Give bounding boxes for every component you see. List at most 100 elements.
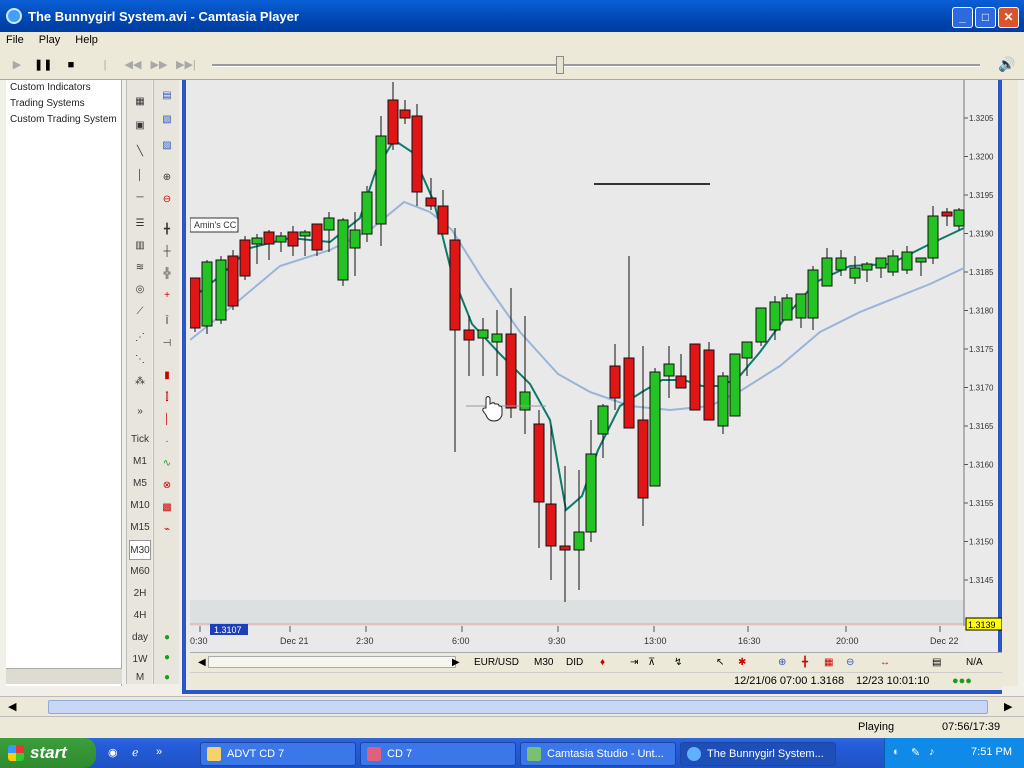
green-ball-icon-2[interactable]: ● [156, 648, 178, 668]
window-titlebar[interactable]: The Bunnygirl System.avi - Camtasia Play… [0, 0, 1024, 32]
gann-icon[interactable]: ⋰ [129, 328, 151, 348]
tray-icon-1[interactable]: ◐ [893, 746, 900, 758]
arrows-icon[interactable]: ↔ [880, 657, 890, 668]
quicklaunch-icon[interactable]: ◉ [108, 746, 118, 759]
volume-icon[interactable]: 🔊 [998, 56, 1015, 73]
close-button[interactable]: ✕ [998, 7, 1019, 28]
crosshair-icon-2[interactable]: ╋ [802, 657, 808, 668]
crosshair-icon[interactable]: ╋ [156, 220, 178, 240]
nav-item-custom-trading-system[interactable]: Custom Trading System [6, 112, 121, 128]
skip-end-button[interactable]: ▶▶| [176, 56, 196, 74]
arc-icon[interactable]: ⟋ [129, 302, 151, 322]
bar-tool-icon-2[interactable]: ⇥ [630, 657, 638, 668]
player-horizontal-scrollbar[interactable]: ◀ ▶ [0, 696, 1024, 716]
green-ball-icon[interactable]: ● [156, 628, 178, 648]
select-tool-icon[interactable]: ↖ [716, 657, 724, 668]
dot-icon[interactable]: · [156, 432, 178, 452]
order-icon[interactable]: ⊗ [156, 476, 178, 496]
pattern-icon[interactable]: ↯ [674, 657, 682, 668]
timeframe-1w[interactable]: 1W [129, 650, 151, 670]
timeframe-m15[interactable]: M15 [129, 518, 151, 538]
timeframe-4h[interactable]: 4H [129, 606, 151, 626]
video-vertical-scrollbar[interactable] [1002, 80, 1018, 686]
timeframe-month[interactable]: M [129, 672, 151, 684]
na-select[interactable]: N/A [966, 657, 983, 668]
scroll-right-icon[interactable]: ▶ [452, 657, 460, 668]
tray-icon-2[interactable]: ✎ [911, 746, 920, 759]
cross-icon[interactable]: ┼ [156, 242, 178, 262]
trendline-icon[interactable]: ╲ [129, 142, 151, 162]
stop-button[interactable]: ■ [62, 56, 80, 74]
rewind-button[interactable]: ◀◀ [124, 56, 142, 74]
price-chart[interactable]: 1.3205 1.3200 1.3195 1.3190 1.3185 1.3180 1.31… [190, 80, 1002, 652]
channel-icon[interactable]: ☰ [129, 214, 151, 234]
green-ball-icon-3[interactable]: ● [156, 668, 178, 688]
mode-select[interactable]: DID [566, 657, 583, 668]
cascade-icon[interactable]: ▧ [156, 110, 178, 130]
window-icon[interactable]: ▤ [156, 86, 178, 106]
period-select[interactable]: M30 [534, 657, 553, 668]
nav-item-trading-systems[interactable]: Trading Systems [6, 96, 121, 112]
more-tools-icon[interactable]: » [129, 402, 151, 422]
task-camtasia-studio[interactable]: Camtasia Studio - Unt... [520, 742, 676, 766]
skip-start-button[interactable]: |◀◀ [96, 56, 114, 89]
hatch-icon[interactable]: ▩ [156, 498, 178, 518]
ie-icon[interactable]: ℯ [132, 746, 139, 759]
candle-icon[interactable]: ▮ [156, 366, 178, 386]
print-icon[interactable]: ▤ [932, 657, 941, 668]
start-button[interactable]: start [0, 738, 96, 768]
maximize-button[interactable]: □ [975, 7, 996, 28]
hscroll-thumb[interactable] [48, 700, 988, 714]
timeframe-2h[interactable]: 2H [129, 584, 151, 604]
nav-item-custom-indicators[interactable]: Custom Indicators [6, 80, 121, 96]
fibonacci-icon[interactable]: ≋ [129, 258, 151, 278]
chart-hscroll[interactable] [208, 656, 456, 668]
zoom-in-icon[interactable]: ⊕ [156, 168, 178, 188]
tile-icon[interactable]: ▨ [156, 136, 178, 156]
task-advt-cd7[interactable]: ADVT CD 7 [200, 742, 356, 766]
timeframe-m60[interactable]: M60 [129, 562, 151, 582]
magnet-icon[interactable]: ✱ [738, 657, 746, 668]
navigator-scrollbar[interactable] [6, 668, 122, 684]
play-button[interactable]: ▶ [8, 56, 26, 74]
alert-icon[interactable]: ⌁ [156, 520, 178, 540]
menu-file[interactable]: File [0, 33, 30, 47]
vertical-line-icon[interactable]: │ [129, 166, 151, 186]
symbol-select[interactable]: EUR/USD [474, 657, 519, 668]
timeframe-tick[interactable]: Tick [129, 430, 151, 450]
bar-icon[interactable]: ⫿ [156, 388, 178, 408]
zoom-icon[interactable]: ⊕ [778, 657, 786, 668]
pitchfork-icon[interactable]: ⋱ [129, 350, 151, 370]
minimize-button[interactable]: _ [952, 7, 973, 28]
horizontal-line-icon[interactable]: ─ [129, 188, 151, 208]
chart-style-icon[interactable]: ♦ [600, 657, 605, 668]
zoom-out-icon[interactable]: ⊖ [156, 190, 178, 210]
timeframe-m10[interactable]: M10 [129, 496, 151, 516]
buy-icon[interactable]: + [156, 286, 178, 306]
task-bunnygirl[interactable]: The Bunnygirl System... [680, 742, 836, 766]
objects-icon[interactable]: ▦ [129, 92, 151, 112]
cross-alt-icon[interactable]: ╬ [156, 264, 178, 284]
seek-thumb[interactable] [556, 56, 564, 74]
hscroll-left-icon[interactable]: ◀ [8, 700, 16, 713]
properties-icon[interactable]: ▣ [129, 116, 151, 136]
menu-help[interactable]: Help [69, 33, 104, 47]
timeframe-day[interactable]: day [129, 628, 151, 648]
volume-tray-icon[interactable]: ♪ [929, 746, 935, 758]
timeframe-m1[interactable]: M1 [129, 452, 151, 472]
task-cd7[interactable]: CD 7 [360, 742, 516, 766]
bar-tool-icon[interactable]: Ī [156, 312, 178, 332]
timeframe-m30[interactable]: M30 [129, 540, 151, 560]
cursor-tool-icon[interactable]: ⊣ [156, 334, 178, 354]
ellipse-icon[interactable]: ◎ [129, 280, 151, 300]
wave-icon[interactable]: ∿ [156, 454, 178, 474]
andrews-icon[interactable]: ⁂ [129, 372, 151, 392]
seek-track[interactable] [212, 64, 980, 67]
hscroll-right-icon[interactable]: ▶ [1004, 700, 1012, 713]
forward-button[interactable]: ▶▶ [150, 56, 168, 74]
pause-button[interactable]: ❚❚ [34, 56, 52, 74]
line-icon[interactable]: │ [156, 410, 178, 430]
grid-icon-2[interactable]: ▦ [824, 657, 833, 668]
indicator-icon[interactable]: ⊼ [648, 657, 655, 668]
timeframe-m5[interactable]: M5 [129, 474, 151, 494]
